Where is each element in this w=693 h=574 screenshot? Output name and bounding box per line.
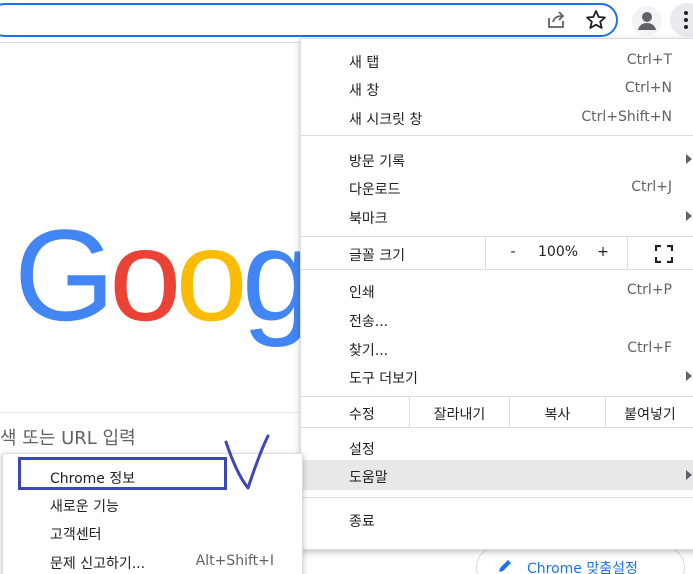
customize-label: Chrome 맞춤설정 <box>527 561 638 574</box>
zoom-level: 100% <box>538 244 579 260</box>
cut-button[interactable]: 잘라내기 <box>409 397 509 427</box>
menu-separator <box>301 135 693 136</box>
menu-item-settings[interactable]: 설정 <box>301 433 693 461</box>
menu-item-history[interactable]: 방문 기록 <box>301 145 693 173</box>
menu-item-shortcut: Ctrl+F <box>627 340 672 356</box>
chrome-main-menu: 새 탭 Ctrl+T 새 창 Ctrl+N 새 시크릿 창 Ctrl+Shift… <box>300 38 693 550</box>
menu-separator <box>301 427 693 428</box>
submenu-arrow-icon <box>686 154 692 164</box>
address-bar[interactable] <box>0 3 618 37</box>
menu-item-label: 인쇄 <box>349 285 375 301</box>
menu-item-label: 북마크 <box>349 211 388 227</box>
menu-item-label: 설정 <box>349 442 375 458</box>
zoom-label: 글꼴 크기 <box>349 248 405 264</box>
menu-item-label: 전송... <box>349 314 389 330</box>
submenu-arrow-icon <box>686 470 692 480</box>
chrome-menu-button[interactable] <box>670 3 693 37</box>
menu-separator <box>301 269 693 270</box>
paste-button[interactable]: 붙여넣기 <box>605 397 693 427</box>
logo-letter: G <box>14 202 115 348</box>
menu-item-exit[interactable]: 종료 <box>301 505 693 533</box>
zoom-row: 글꼴 크기 - 100% + <box>301 237 693 269</box>
zoom-in-button[interactable]: + <box>596 244 610 260</box>
menu-item-label: 다운로드 <box>349 182 401 198</box>
menu-separator <box>301 497 693 498</box>
menu-item-bookmarks[interactable]: 북마크 <box>301 202 693 230</box>
fullscreen-icon <box>655 245 673 263</box>
zoom-controls: - 100% + <box>485 237 627 269</box>
menu-item-shortcut: Ctrl+P <box>626 282 672 298</box>
menu-item-shortcut: Ctrl+T <box>626 52 672 68</box>
logo-letter: g <box>241 202 314 348</box>
logo-letter: o <box>175 202 247 348</box>
submenu-item-label: 새로운 기능 <box>50 499 119 515</box>
pencil-icon <box>499 560 511 572</box>
menu-item-shortcut: Ctrl+Shift+N <box>581 109 672 125</box>
edit-row: 수정 잘라내기 복사 붙여넣기 <box>301 397 693 427</box>
menu-item-new-window[interactable]: 새 창 Ctrl+N <box>301 74 693 102</box>
logo-letter: o <box>109 202 181 348</box>
submenu-arrow-icon <box>686 371 692 381</box>
share-icon[interactable] <box>544 8 568 32</box>
submenu-item-shortcut: Alt+Shift+I <box>195 553 274 569</box>
menu-item-more-tools[interactable]: 도구 더보기 <box>301 362 693 390</box>
customize-chrome-button[interactable]: Chrome 맞춤설정 <box>476 547 685 574</box>
menu-item-help[interactable]: 도움말 <box>301 460 693 490</box>
submenu-item-label: 고객센터 <box>50 527 102 543</box>
submenu-item-help-center[interactable]: 고객센터 <box>3 518 302 546</box>
menu-item-print[interactable]: 인쇄 Ctrl+P <box>301 276 693 304</box>
zoom-out-button[interactable]: - <box>506 244 520 260</box>
google-logo: Googl <box>14 210 337 340</box>
annotation-check-mark <box>224 434 270 490</box>
submenu-item-whats-new[interactable]: 새로운 기능 <box>3 490 302 518</box>
menu-item-new-tab[interactable]: 새 탭 Ctrl+T <box>301 46 693 74</box>
menu-item-label: 새 시크릿 창 <box>349 112 423 128</box>
search-placeholder: 색 또는 URL 입력 <box>0 428 136 449</box>
fullscreen-button[interactable] <box>627 237 693 269</box>
profile-button[interactable] <box>632 6 662 36</box>
copy-button[interactable]: 복사 <box>509 397 605 427</box>
bookmark-star-icon[interactable] <box>584 8 608 32</box>
annotation-highlight-box <box>18 457 227 490</box>
submenu-arrow-icon <box>686 211 692 221</box>
menu-item-label: 도구 더보기 <box>349 371 418 387</box>
browser-toolbar <box>0 0 693 42</box>
menu-item-label: 방문 기록 <box>349 154 405 170</box>
menu-item-label: 도움말 <box>349 470 388 486</box>
browser-window: Googl 색 또는 URL 입력 Chrome 맞춤설정 새 탭 Ctrl+T… <box>0 0 693 574</box>
edit-label: 수정 <box>349 407 375 423</box>
menu-item-label: 찾기... <box>349 343 389 359</box>
menu-item-label: 새 탭 <box>349 55 380 71</box>
submenu-item-report-issue[interactable]: 문제 신고하기... Alt+Shift+I <box>3 547 302 574</box>
menu-item-shortcut: Ctrl+N <box>624 80 672 96</box>
kebab-menu-icon <box>684 11 688 29</box>
menu-item-incognito[interactable]: 새 시크릿 창 Ctrl+Shift+N <box>301 103 693 131</box>
menu-item-cast[interactable]: 전송... <box>301 305 693 333</box>
menu-item-downloads[interactable]: 다운로드 Ctrl+J <box>301 173 693 201</box>
menu-item-label: 종료 <box>349 514 375 530</box>
menu-item-find[interactable]: 찾기... Ctrl+F <box>301 334 693 362</box>
menu-item-shortcut: Ctrl+J <box>631 179 672 195</box>
submenu-item-label: 문제 신고하기... <box>50 556 146 572</box>
menu-item-label: 새 창 <box>349 83 380 99</box>
profile-avatar-icon <box>638 12 656 30</box>
